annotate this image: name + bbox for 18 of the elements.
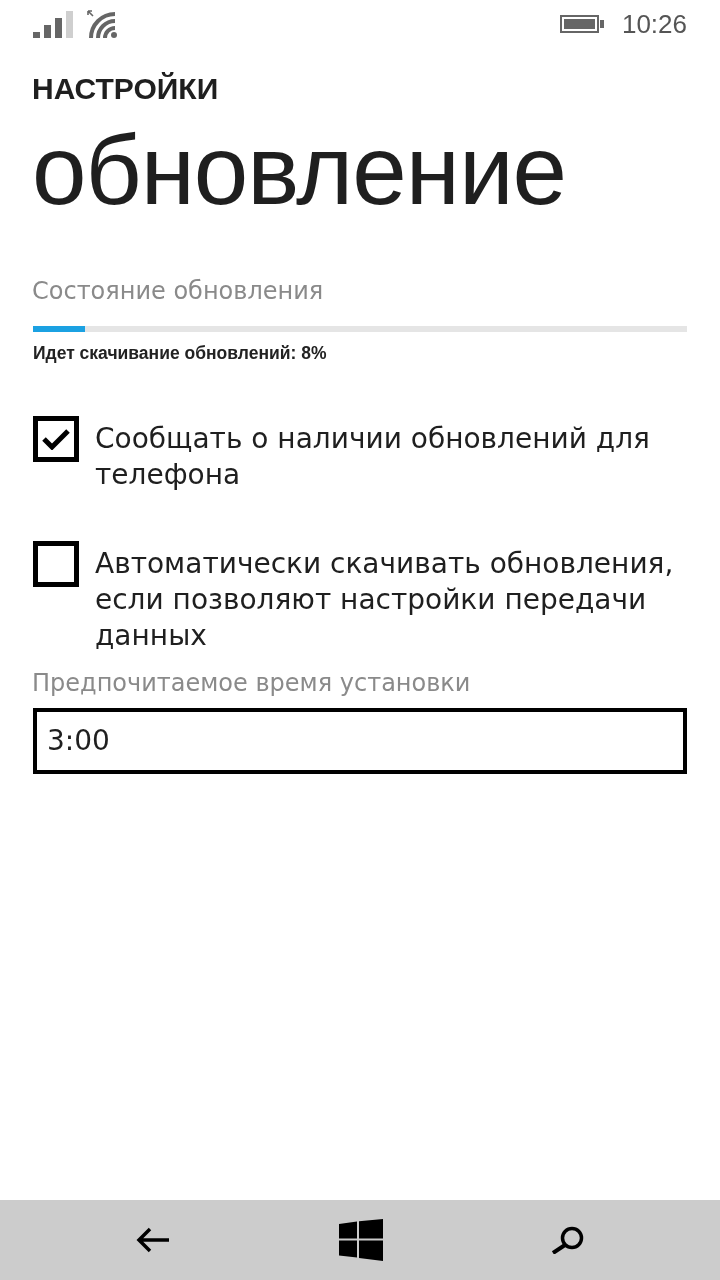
- back-arrow-icon[interactable]: [136, 1227, 170, 1253]
- page-title: обновление: [32, 120, 568, 220]
- download-status-text: Идет скачивание обновлений: 8%: [33, 342, 328, 364]
- app-title: НАСТРОЙКИ: [32, 72, 220, 106]
- windows-logo-icon[interactable]: [338, 1219, 383, 1261]
- checkbox[interactable]: [33, 416, 79, 462]
- checkbox-label[interactable]: Сообщать о наличии обновлений для телефона: [95, 421, 687, 493]
- checkmark-icon: [42, 428, 70, 450]
- status-time: 10:26: [621, 11, 687, 37]
- section-label: Состояние обновления: [32, 276, 325, 306]
- time-picker-field[interactable]: 3:00: [33, 708, 687, 774]
- wifi-icon: [87, 10, 119, 38]
- signal-strength-icon: [33, 11, 73, 38]
- battery-icon: [559, 15, 604, 33]
- checkbox[interactable]: [33, 541, 79, 587]
- search-icon[interactable]: [551, 1226, 585, 1254]
- field-label: Предпочитаемое время установки: [32, 668, 472, 698]
- checkbox-label[interactable]: Автоматически скачивать обновления, если позволяют настройки передачи данных: [95, 546, 687, 654]
